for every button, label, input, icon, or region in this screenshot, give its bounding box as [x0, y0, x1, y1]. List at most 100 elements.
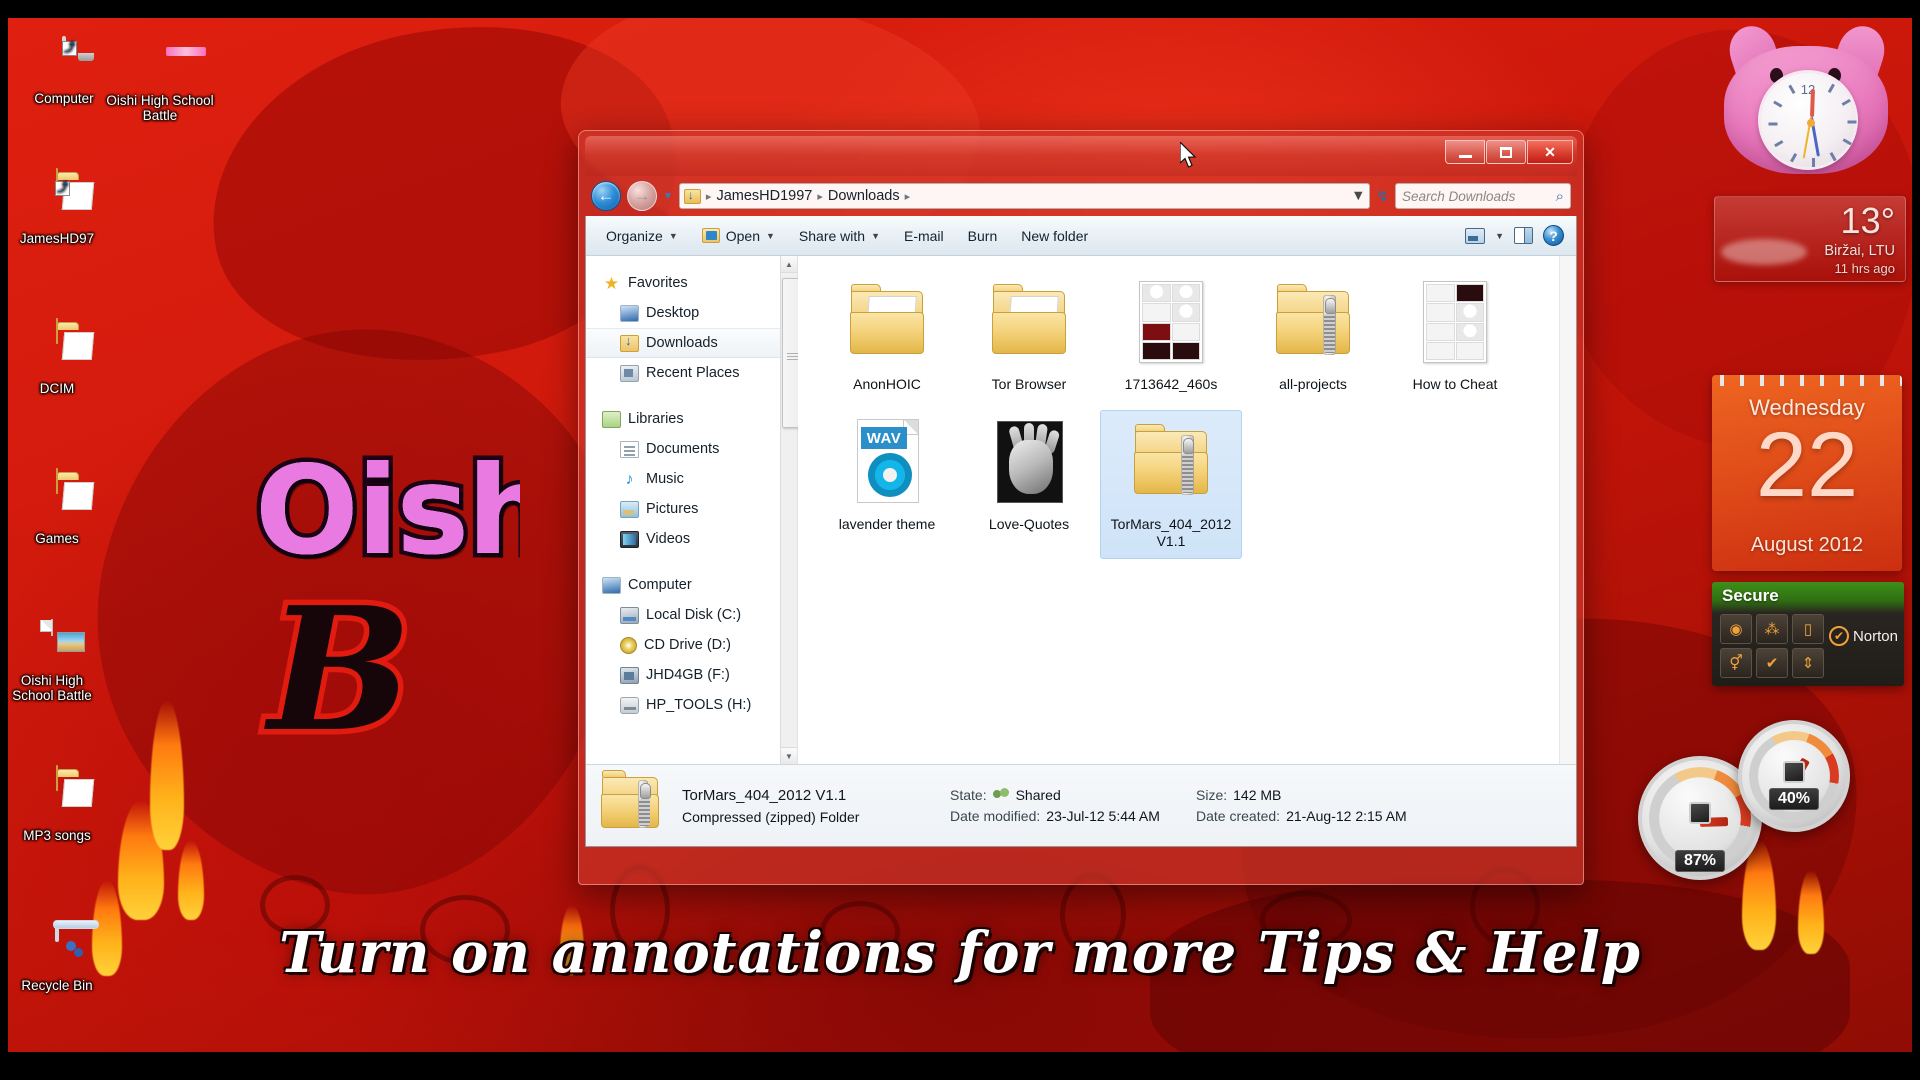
sidebar-item-downloads[interactable]: Downloads	[586, 328, 797, 358]
libraries-icon	[602, 410, 621, 428]
open-icon	[701, 228, 720, 243]
refresh-button[interactable]: ↯	[1376, 187, 1389, 205]
network-icon[interactable]: ⁂	[1756, 614, 1788, 644]
file-item-lavender-theme[interactable]: WAV lavender theme	[816, 410, 958, 559]
close-button[interactable]: ✕	[1527, 140, 1573, 164]
address-bar[interactable]: ▸ JamesHD1997 ▸ Downloads ▸ ▼	[678, 183, 1371, 209]
cat-clock-gadget[interactable]: 12	[1706, 20, 1906, 186]
norton-security-gadget[interactable]: Secure ◉ ⁂ ▯ ⚥ ✔ ⇕ ✔ Norton	[1712, 582, 1904, 686]
updown-icon[interactable]: ⇕	[1792, 648, 1824, 678]
letterbox-top	[0, 0, 1920, 18]
scroll-down-icon[interactable]: ▼	[781, 747, 797, 764]
file-item-how-to-cheat[interactable]: How to Cheat	[1384, 270, 1526, 402]
sidebar-item-music[interactable]: ♪ Music	[586, 464, 797, 494]
nav-header-favorites[interactable]: ★ Favorites	[586, 268, 797, 298]
toolbar-burn[interactable]: Burn	[956, 222, 1010, 250]
norton-check-icon: ✔	[1828, 626, 1849, 646]
file-item-tormars-404-2012[interactable]: TorMars_404_2012 V1.1	[1100, 410, 1242, 559]
nav-label: Documents	[646, 441, 720, 457]
file-name: AnonHOIC	[853, 376, 921, 392]
toolbar-label: New folder	[1021, 227, 1089, 244]
desktop-icon-oishi-picture[interactable]: Oishi High School Battle	[0, 619, 104, 703]
user-folder-shortcut-icon: ⤴	[31, 168, 95, 226]
details-state-label: State:	[950, 786, 987, 803]
toolbar-label: Burn	[967, 227, 998, 244]
address-bar-caret-icon[interactable]: ▼	[1351, 188, 1365, 204]
file-item-1713642-460s[interactable]: 1713642_460s	[1100, 270, 1242, 402]
scroll-up-icon[interactable]: ▲	[781, 256, 797, 273]
details-column-size: Size: 142 MB Date created: 21-Aug-12 2:1…	[1196, 787, 1496, 824]
breadcrumb-jameshd1997[interactable]: JamesHD1997	[714, 188, 814, 204]
breadcrumb-downloads[interactable]: Downloads	[826, 188, 902, 204]
desktop-icon-jameshd97[interactable]: ⤴ JamesHD97	[5, 168, 109, 246]
sidebar-item-recent-places[interactable]: Recent Places	[586, 358, 797, 388]
nav-label: Music	[646, 471, 684, 487]
globe-icon[interactable]: ◉	[1720, 614, 1752, 644]
norton-tiles: ◉ ⁂ ▯ ⚥ ✔ ⇕	[1720, 614, 1824, 678]
desktop-icon-label: MP3 songs	[23, 828, 91, 843]
family-icon[interactable]: ⚥	[1720, 648, 1752, 678]
desktop-screen: Oish B ⤴ Computer Oishi High School Batt…	[0, 0, 1920, 1080]
clock-face: 12	[1758, 70, 1858, 170]
file-grid: AnonHOIC Tor Browser 1713642_460s all-pr…	[816, 270, 1566, 567]
desktop-icon	[620, 304, 639, 322]
minimize-button[interactable]	[1445, 140, 1485, 164]
music-icon: ♪	[625, 470, 634, 488]
sidebar-item-cd-drive-d[interactable]: CD Drive (D:)	[586, 630, 797, 660]
toolbar-new-folder[interactable]: New folder	[1009, 222, 1100, 250]
file-item-anonhoic[interactable]: AnonHOIC	[816, 270, 958, 402]
details-column-state: State: Shared Date modified: 23-Jul-12 5…	[950, 787, 1196, 824]
nav-header-computer[interactable]: Computer	[586, 570, 797, 600]
file-item-love-quotes[interactable]: Love-Quotes	[958, 410, 1100, 559]
toolbar-right-group: ▼ ?	[1465, 225, 1568, 246]
navigation-scrollbar[interactable]: ▲ ▼	[780, 256, 846, 764]
sidebar-item-documents[interactable]: Documents	[586, 434, 797, 464]
sidebar-item-pictures[interactable]: Pictures	[586, 494, 797, 524]
weather-gadget[interactable]: 13° Biržai, LTU 11 hrs ago	[1714, 196, 1906, 282]
hard-drive-icon	[620, 696, 639, 714]
file-list-pane[interactable]: AnonHOIC Tor Browser 1713642_460s all-pr…	[798, 256, 1576, 764]
desktop-icon-dcim[interactable]: DCIM	[5, 318, 109, 396]
file-item-tor-browser[interactable]: Tor Browser	[958, 270, 1100, 402]
cpu-percent: 87%	[1674, 850, 1726, 872]
help-icon[interactable]: ?	[1543, 225, 1564, 246]
desktop-icon-games[interactable]: Games	[5, 468, 109, 546]
calendar-gadget[interactable]: Wednesday 22 August 2012	[1712, 375, 1902, 571]
file-pane-scrollbar[interactable]	[1559, 256, 1576, 764]
search-input[interactable]: Search Downloads ⌕	[1395, 183, 1571, 209]
mobile-icon[interactable]: ▯	[1792, 614, 1824, 644]
toolbar-share-with[interactable]: Share with ▼	[787, 222, 892, 250]
sidebar-item-local-disk-c[interactable]: Local Disk (C:)	[586, 600, 797, 630]
preview-pane-icon[interactable]	[1514, 227, 1533, 244]
view-caret-icon[interactable]: ▼	[1495, 231, 1504, 241]
nav-header-libraries[interactable]: Libraries	[586, 404, 797, 434]
details-column-name: TorMars_404_2012 V1.1 Compressed (zipped…	[682, 787, 950, 825]
sidebar-item-videos[interactable]: Videos	[586, 524, 797, 554]
downloads-folder-icon	[620, 333, 639, 352]
change-view-icon[interactable]	[1465, 227, 1486, 244]
file-item-all-projects[interactable]: all-projects	[1242, 270, 1384, 402]
recent-pages-caret-icon[interactable]: ▼	[663, 191, 673, 202]
back-button[interactable]: ←	[591, 181, 621, 211]
toolbar-open[interactable]: Open ▼	[690, 222, 787, 250]
folder-icon	[31, 765, 95, 823]
sidebar-item-desktop[interactable]: Desktop	[586, 298, 797, 328]
toolbar-organize[interactable]: Organize ▼	[594, 222, 690, 250]
check-icon[interactable]: ✔	[1756, 648, 1788, 678]
maximize-button[interactable]	[1486, 140, 1526, 164]
forward-button[interactable]: →	[627, 181, 657, 211]
sidebar-item-hp-tools-h[interactable]: HP_TOOLS (H:)	[586, 690, 797, 720]
file-name: Tor Browser	[991, 376, 1067, 392]
explorer-window[interactable]: ✕ ← → ▼ ▸ JamesHD1997 ▸ Downloads ▸ ▼ ↯ …	[578, 130, 1584, 885]
nav-label: Favorites	[628, 275, 688, 291]
norton-logo: ✔ Norton	[1828, 626, 1898, 646]
folder-icon	[981, 277, 1077, 369]
toolbar-email[interactable]: E-mail	[892, 222, 956, 250]
ram-usage-gadget[interactable]: 40%	[1738, 720, 1850, 832]
sidebar-item-jhd4gb-f[interactable]: JHD4GB (F:)	[586, 660, 797, 690]
nav-group-libraries: Libraries Documents ♪ Music Pictures Vid…	[586, 404, 797, 554]
window-titlebar[interactable]: ✕	[585, 136, 1577, 176]
desktop-icon-oishi-shortcut[interactable]: Oishi High School Battle	[100, 40, 220, 123]
navigation-pane: ★ Favorites Desktop Downloads	[586, 256, 846, 764]
desktop-icon-mp3-songs[interactable]: MP3 songs	[5, 765, 109, 843]
